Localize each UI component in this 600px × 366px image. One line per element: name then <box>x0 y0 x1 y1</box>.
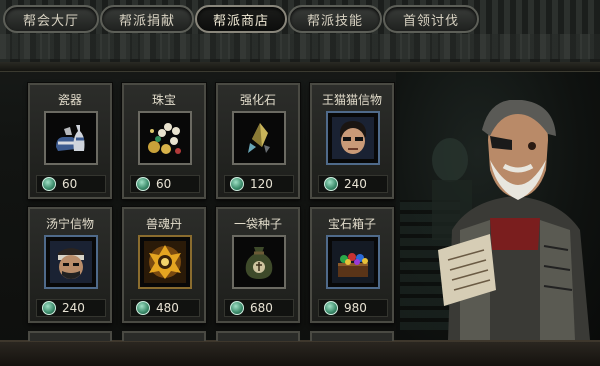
price-tag: 120 <box>224 175 294 193</box>
item-name: 瓷器 <box>57 93 82 107</box>
item-name: 强化石 <box>239 93 276 107</box>
jade-coin-icon <box>230 301 244 315</box>
tang-ning-token-icon <box>44 235 98 289</box>
shop-row-partial <box>216 331 300 341</box>
porcelain-icon <box>44 111 98 165</box>
shopkeeper-npc <box>432 100 590 340</box>
tab-guild-hall[interactable]: 帮会大厅 <box>3 5 99 33</box>
counter-floor <box>0 340 600 366</box>
jade-coin-icon <box>42 177 56 191</box>
price-tag: 480 <box>130 299 200 317</box>
item-price: 240 <box>344 177 367 191</box>
jade-coin-icon <box>136 301 150 315</box>
shop-item-seed-bag[interactable]: 一袋种子 680 <box>216 207 300 323</box>
item-price: 60 <box>156 177 172 191</box>
item-name: 王猫猫信物 <box>321 93 382 107</box>
tab-guild-shop[interactable]: 帮派商店 <box>195 5 287 33</box>
shop-item-beast-soul-pill[interactable]: 兽魂丹 480 <box>122 207 206 323</box>
item-price: 60 <box>62 177 78 191</box>
shop-row-partial <box>122 331 206 341</box>
tab-guild-donation[interactable]: 帮派捐献 <box>100 5 194 33</box>
jade-coin-icon <box>42 301 56 315</box>
tab-guild-skills[interactable]: 帮派技能 <box>288 5 382 33</box>
jade-coin-icon <box>230 177 244 191</box>
wang-maomao-token-icon <box>326 111 380 165</box>
item-price: 120 <box>250 177 273 191</box>
item-price: 980 <box>344 301 367 315</box>
shop-item-jewels[interactable]: 珠宝 60 <box>122 83 206 199</box>
shop-row-partial <box>310 331 394 341</box>
price-tag: 680 <box>224 299 294 317</box>
shop-row-partial <box>28 331 112 341</box>
upgrade-stone-icon <box>232 111 286 165</box>
price-tag: 240 <box>36 299 106 317</box>
item-price: 240 <box>62 301 85 315</box>
item-price: 480 <box>156 301 179 315</box>
beast-soul-pill-icon <box>138 235 192 289</box>
shop-item-porcelain[interactable]: 瓷器 60 <box>28 83 112 199</box>
jade-coin-icon <box>136 177 150 191</box>
jade-coin-icon <box>324 177 338 191</box>
shop-item-wang-maomao-token[interactable]: 王猫猫信物 240 <box>310 83 394 199</box>
item-price: 680 <box>250 301 273 315</box>
shop-item-tang-ning-token[interactable]: 汤宁信物 240 <box>28 207 112 323</box>
item-name: 兽魂丹 <box>145 217 182 231</box>
price-tag: 240 <box>318 175 388 193</box>
item-name: 汤宁信物 <box>45 217 94 231</box>
price-tag: 60 <box>36 175 106 193</box>
guild-tab-bar: 帮会大厅 帮派捐献 帮派商店 帮派技能 首领讨伐 <box>0 5 600 33</box>
jade-coin-icon <box>324 301 338 315</box>
shop-item-gem-chest[interactable]: 宝石箱子 980 <box>310 207 394 323</box>
tab-boss-raid[interactable]: 首领讨伐 <box>383 5 479 33</box>
shop-item-upgrade-stone[interactable]: 强化石 120 <box>216 83 300 199</box>
roof-beam <box>0 62 600 72</box>
gem-chest-icon <box>326 235 380 289</box>
item-name: 宝石箱子 <box>327 217 376 231</box>
item-name: 珠宝 <box>151 93 176 107</box>
price-tag: 980 <box>318 299 388 317</box>
shop-item-grid: 瓷器 60 珠宝 60 强化石 120 王猫猫信物 240 汤宁信物 240 兽… <box>28 83 396 343</box>
roof-shade <box>0 34 600 64</box>
seed-bag-icon <box>232 235 286 289</box>
price-tag: 60 <box>130 175 200 193</box>
item-name: 一袋种子 <box>233 217 282 231</box>
jewels-icon <box>138 111 192 165</box>
